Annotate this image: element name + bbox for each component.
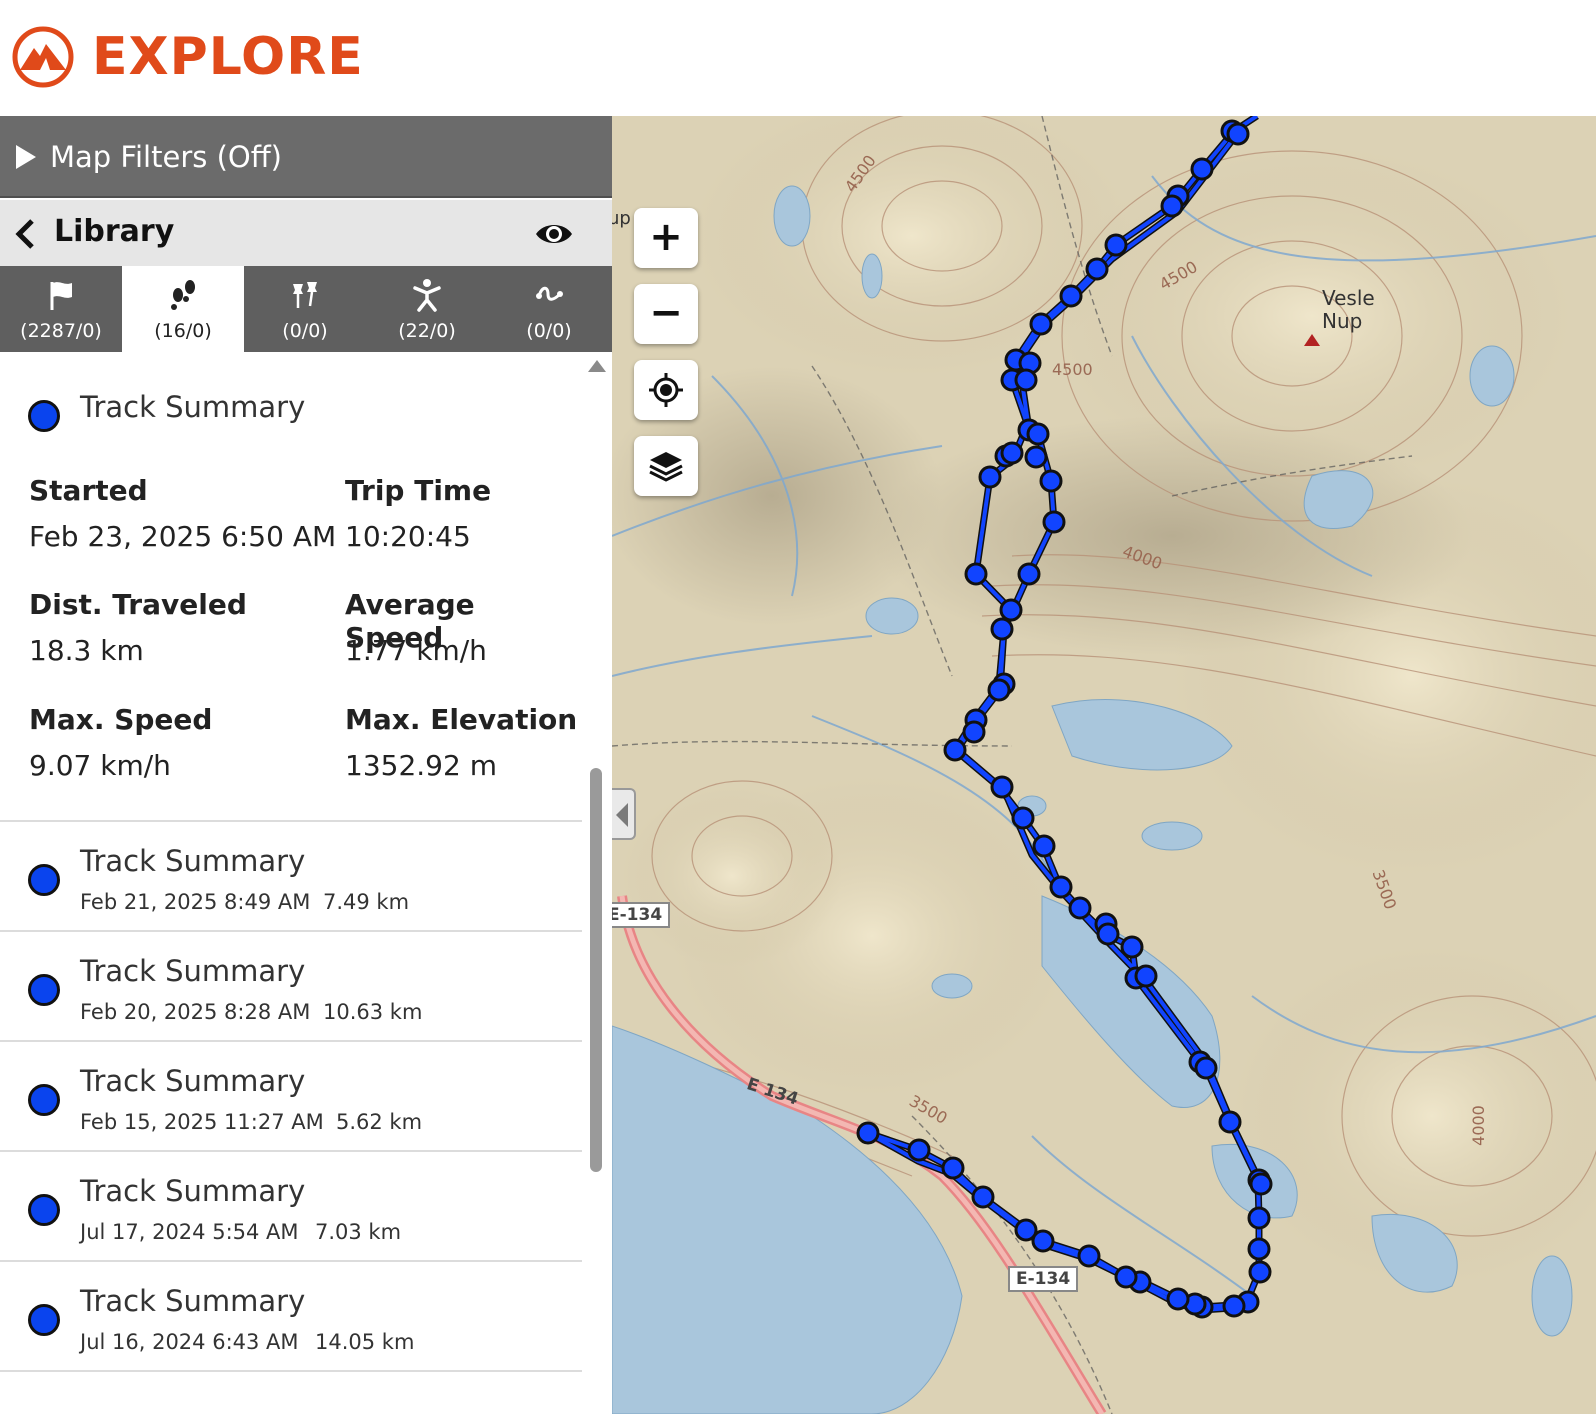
- eye-icon[interactable]: [534, 220, 574, 248]
- library-tabs: (2287/0) (16/0) (0/0) (22/0) (0/0): [0, 266, 612, 352]
- topo-map[interactable]: Vesle Nup up E-134 E 134 E-134 4500 4500…: [612, 116, 1596, 1414]
- contour-label: 4500: [1052, 360, 1093, 379]
- tab-tracks[interactable]: (16/0): [122, 266, 244, 352]
- scroll-up-arrow-icon[interactable]: [588, 360, 606, 372]
- track-distance: 7.03 km: [315, 1220, 402, 1244]
- library-header: Library: [0, 200, 612, 266]
- tab-routes[interactable]: (0/0): [488, 266, 610, 352]
- divider: [0, 1370, 582, 1372]
- trip-time-label: Trip Time: [345, 474, 492, 507]
- place-label: Nup: [1322, 309, 1363, 333]
- road-sign: E-134: [612, 902, 671, 928]
- track-title: Track Summary: [80, 844, 306, 878]
- mountain-logo-icon[interactable]: [12, 26, 74, 88]
- app-header: EXPLORE: [0, 0, 1596, 116]
- track-distance: 10.63 km: [323, 1000, 423, 1024]
- divider: [0, 820, 582, 822]
- trip-time-value: 10:20:45: [345, 520, 471, 553]
- sidebar: Map Filters (Off) Library (2287/0) (16/0…: [0, 116, 612, 1414]
- person-icon: [413, 279, 441, 312]
- tab-count: (22/0): [398, 320, 456, 342]
- started-value: Feb 23, 2025 6:50 AM: [29, 520, 337, 553]
- scrollbar-thumb[interactable]: [590, 768, 602, 1172]
- library-title: Library: [54, 214, 175, 249]
- track-date: Feb 20, 2025 8:28 AM: [80, 1000, 311, 1024]
- track-date: Feb 21, 2025 8:49 AM: [80, 890, 311, 914]
- map-terrain: [612, 116, 1596, 1414]
- tab-count: (0/0): [526, 320, 572, 342]
- flag-icon: [50, 282, 72, 310]
- road-sign: E-134: [1008, 1266, 1079, 1292]
- tab-pins[interactable]: (0/0): [244, 266, 366, 352]
- route-icon: [536, 286, 563, 301]
- contour-label: 4000: [1468, 1105, 1488, 1146]
- pushpins-icon: [293, 282, 317, 308]
- track-color-dot: [28, 864, 60, 896]
- track-title: Track Summary: [80, 954, 306, 988]
- tab-waypoints[interactable]: (2287/0): [0, 266, 122, 352]
- track-date: Jul 17, 2024 5:54 AM: [80, 1220, 299, 1244]
- crosshair-icon: [649, 373, 683, 407]
- map-filters-label: Map Filters (Off): [50, 140, 282, 174]
- locate-button[interactable]: [634, 360, 698, 420]
- divider: [0, 1260, 582, 1262]
- average-speed-value: 1.77 km/h: [345, 634, 487, 667]
- track-date: Jul 16, 2024 6:43 AM: [80, 1330, 299, 1354]
- layers-button[interactable]: [634, 436, 698, 496]
- tab-count: (2287/0): [20, 320, 102, 342]
- divider: [0, 930, 582, 932]
- place-label: Vesle: [1322, 286, 1375, 310]
- dist-traveled-label: Dist. Traveled: [29, 588, 247, 621]
- track-date: Feb 15, 2025 11:27 AM: [80, 1110, 324, 1134]
- max-speed-label: Max. Speed: [29, 703, 213, 736]
- tab-count: (16/0): [154, 320, 212, 342]
- expand-triangle-icon: [16, 145, 36, 169]
- track-distance: 5.62 km: [336, 1110, 423, 1134]
- track-color-dot: [28, 974, 60, 1006]
- track-distance: 7.49 km: [323, 890, 410, 914]
- collapse-sidebar-button[interactable]: [612, 788, 636, 840]
- track-distance: 14.05 km: [315, 1330, 415, 1354]
- started-label: Started: [29, 474, 148, 507]
- back-chevron-icon[interactable]: [12, 218, 38, 250]
- place-label-partial: up: [612, 208, 631, 229]
- zoom-out-button[interactable]: −: [634, 284, 698, 344]
- map-filters-toggle[interactable]: Map Filters (Off): [0, 116, 612, 198]
- dist-traveled-value: 18.3 km: [29, 634, 144, 667]
- footsteps-icon: [171, 280, 195, 310]
- tab-people[interactable]: (22/0): [366, 266, 488, 352]
- track-color-dot: [28, 1304, 60, 1336]
- max-elevation-label: Max. Elevation: [345, 703, 578, 736]
- tab-count: (0/0): [282, 320, 328, 342]
- track-title: Track Summary: [80, 1284, 306, 1318]
- divider: [0, 1040, 582, 1042]
- selected-track-title: Track Summary: [80, 390, 306, 424]
- divider: [0, 1150, 582, 1152]
- track-color-dot: [28, 400, 60, 432]
- track-color-dot: [28, 1194, 60, 1226]
- max-elevation-value: 1352.92 m: [345, 749, 497, 782]
- layers-icon: [649, 452, 683, 482]
- max-speed-value: 9.07 km/h: [29, 749, 171, 782]
- track-color-dot: [28, 1084, 60, 1116]
- track-title: Track Summary: [80, 1064, 306, 1098]
- track-list: Track Summary Started Feb 23, 2025 6:50 …: [0, 352, 582, 1414]
- zoom-in-button[interactable]: +: [634, 208, 698, 268]
- track-title: Track Summary: [80, 1174, 306, 1208]
- brand-name[interactable]: EXPLORE: [92, 26, 364, 88]
